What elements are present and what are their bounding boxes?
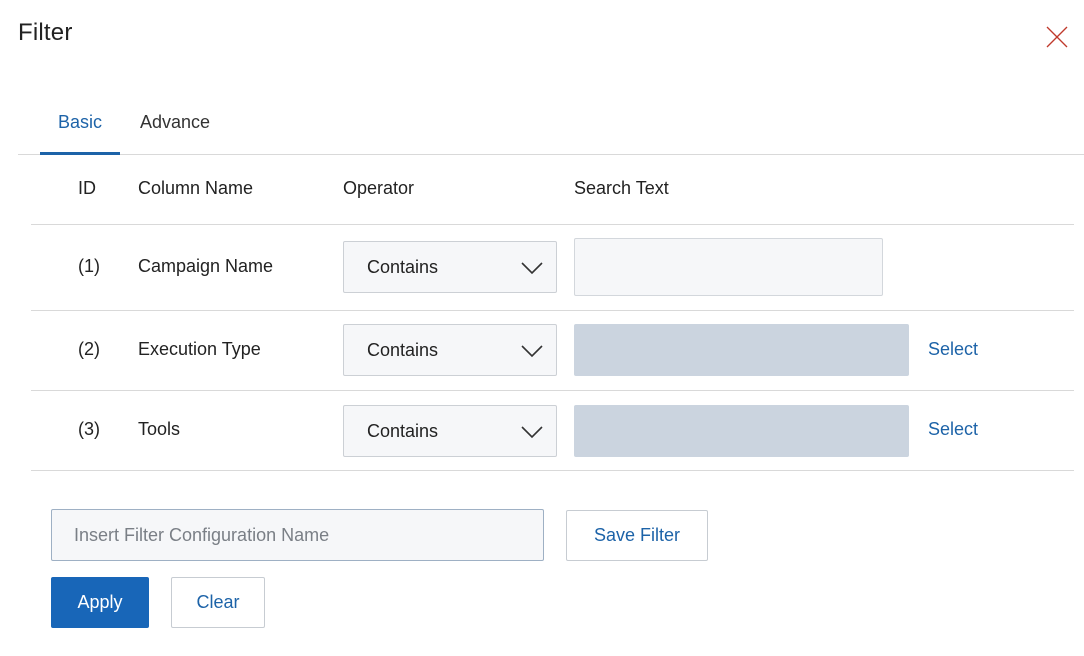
operator-select[interactable]: Contains (343, 405, 557, 457)
chevron-down-icon (521, 426, 543, 439)
header-operator: Operator (343, 178, 415, 198)
operator-select[interactable]: Contains (343, 241, 557, 293)
select-link[interactable]: Select (928, 419, 978, 440)
operator-value: Contains (367, 421, 439, 441)
search-text-disabled-field (574, 324, 909, 376)
search-text-input[interactable] (574, 238, 883, 296)
row-divider (31, 310, 1074, 311)
apply-button[interactable]: Apply (51, 577, 149, 628)
row-id: (3) (78, 419, 100, 439)
chevron-down-icon (521, 345, 543, 358)
row-column-name: Tools (138, 419, 181, 439)
close-icon[interactable] (1044, 24, 1070, 50)
chevron-down-icon (521, 262, 543, 275)
operator-select[interactable]: Contains (343, 324, 557, 376)
row-divider (31, 224, 1074, 225)
select-link[interactable]: Select (928, 339, 978, 360)
row-column-name: Execution Type (138, 339, 261, 359)
search-text-disabled-field (574, 405, 909, 457)
operator-value: Contains (367, 257, 439, 277)
tab-basic[interactable]: Basic (40, 100, 120, 155)
tab-advance[interactable]: Advance (128, 100, 222, 154)
header-search-text: Search Text (574, 178, 669, 198)
filter-config-name-input[interactable] (51, 509, 544, 561)
row-column-name: Campaign Name (138, 256, 274, 276)
save-filter-button[interactable]: Save Filter (566, 510, 708, 561)
tab-bar: Basic Advance (18, 100, 1084, 155)
header-id: ID (78, 178, 96, 198)
clear-button[interactable]: Clear (171, 577, 265, 628)
row-divider (31, 390, 1074, 391)
dialog-title: Filter (18, 19, 73, 46)
operator-value: Contains (367, 340, 439, 360)
header-column-name: Column Name (138, 178, 254, 198)
row-id: (2) (78, 339, 100, 359)
row-divider (31, 470, 1074, 471)
row-id: (1) (78, 256, 100, 276)
